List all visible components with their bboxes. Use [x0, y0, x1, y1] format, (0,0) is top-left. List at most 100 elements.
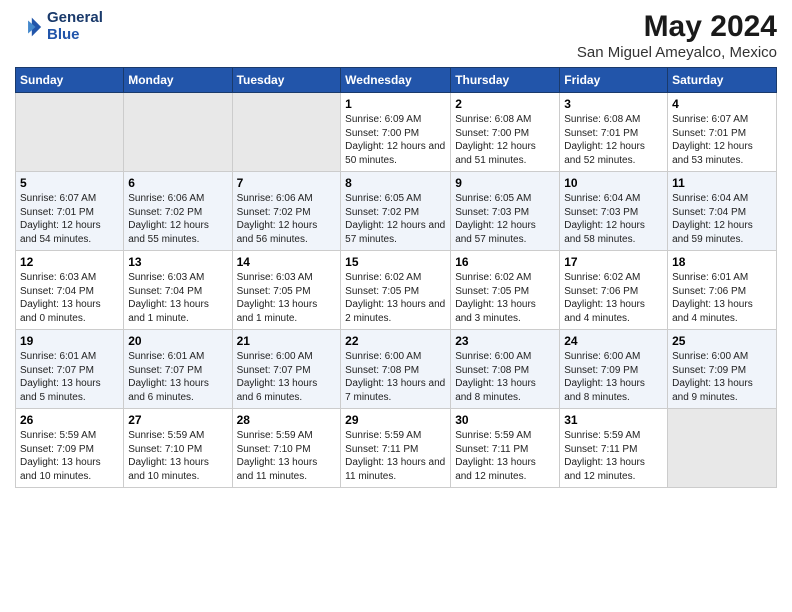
col-header-tuesday: Tuesday — [232, 68, 341, 93]
day-info: Sunrise: 6:04 AM Sunset: 7:03 PM Dayligh… — [564, 192, 663, 246]
calendar-cell: 8 Sunrise: 6:05 AM Sunset: 7:02 PM Daylig… — [341, 172, 451, 251]
day-info: Sunrise: 6:00 AM Sunset: 7:09 PM Dayligh… — [564, 350, 663, 404]
day-info: Sunrise: 5:59 AM Sunset: 7:11 PM Dayligh… — [345, 429, 446, 483]
calendar-cell: 16Sunrise: 6:02 AM Sunset: 7:05 PM Dayli… — [451, 251, 560, 330]
logo-line2: Blue — [47, 26, 80, 43]
day-info: Sunrise: 6:03 AM Sunset: 7:04 PM Dayligh… — [128, 271, 227, 325]
day-info: Sunrise: 6:04 AM Sunset: 7:04 PM Dayligh… — [672, 192, 772, 246]
calendar-cell: 10 Sunrise: 6:04 AM Sunset: 7:03 PM Dayli… — [560, 172, 668, 251]
day-info: Sunrise: 6:01 AM Sunset: 7:07 PM Dayligh… — [20, 350, 119, 404]
calendar-week-3: 12 Sunrise: 6:03 AM Sunset: 7:04 PM Dayli… — [16, 251, 777, 330]
calendar-cell: 9Sunrise: 6:05 AM Sunset: 7:03 PM Daylig… — [451, 172, 560, 251]
calendar-cell: 1Sunrise: 6:09 AM Sunset: 7:00 PM Daylig… — [341, 93, 451, 172]
calendar-cell: 15 Sunrise: 6:02 AM Sunset: 7:05 PM Dayli… — [341, 251, 451, 330]
calendar-cell: 19Sunrise: 6:01 AM Sunset: 7:07 PM Dayli… — [16, 330, 124, 409]
calendar-cell: 13 Sunrise: 6:03 AM Sunset: 7:04 PM Dayli… — [124, 251, 232, 330]
subtitle: San Miguel Ameyalco, Mexico — [577, 44, 777, 61]
day-info: Sunrise: 6:06 AM Sunset: 7:02 PM Dayligh… — [237, 192, 337, 246]
header-row: SundayMondayTuesdayWednesdayThursdayFrid… — [16, 68, 777, 93]
calendar-cell: 7Sunrise: 6:06 AM Sunset: 7:02 PM Daylig… — [232, 172, 341, 251]
calendar-cell: 24 Sunrise: 6:00 AM Sunset: 7:09 PM Dayli… — [560, 330, 668, 409]
day-number: 27 — [128, 413, 227, 427]
day-number: 30 — [455, 413, 555, 427]
calendar-cell: 21Sunrise: 6:00 AM Sunset: 7:07 PM Dayli… — [232, 330, 341, 409]
calendar-cell: 5Sunrise: 6:07 AM Sunset: 7:01 PM Daylig… — [16, 172, 124, 251]
day-number: 6 — [128, 176, 227, 190]
calendar-cell: 25 Sunrise: 6:00 AM Sunset: 7:09 PM Dayli… — [668, 330, 777, 409]
day-info: Sunrise: 6:01 AM Sunset: 7:07 PM Dayligh… — [128, 350, 227, 404]
day-info: Sunrise: 5:59 AM Sunset: 7:10 PM Dayligh… — [237, 429, 337, 483]
col-header-sunday: Sunday — [16, 68, 124, 93]
day-number: 2 — [455, 97, 555, 111]
day-number: 8 — [345, 176, 446, 190]
col-header-thursday: Thursday — [451, 68, 560, 93]
calendar-cell: 14 Sunrise: 6:03 AM Sunset: 7:05 PM Dayli… — [232, 251, 341, 330]
day-info: Sunrise: 6:07 AM Sunset: 7:01 PM Dayligh… — [672, 113, 772, 167]
day-number: 5 — [20, 176, 119, 190]
calendar-cell: 26Sunrise: 5:59 AM Sunset: 7:09 PM Dayli… — [16, 409, 124, 488]
day-info: Sunrise: 5:59 AM Sunset: 7:10 PM Dayligh… — [128, 429, 227, 483]
title-block: May 2024 San Miguel Ameyalco, Mexico — [577, 10, 777, 61]
calendar-cell: 18Sunrise: 6:01 AM Sunset: 7:06 PM Dayli… — [668, 251, 777, 330]
day-number: 4 — [672, 97, 772, 111]
logo-text: General Blue — [47, 10, 103, 43]
day-info: Sunrise: 5:59 AM Sunset: 7:11 PM Dayligh… — [564, 429, 663, 483]
page-container: General Blue May 2024 San Miguel Ameyalc… — [0, 0, 792, 498]
day-number: 22 — [345, 334, 446, 348]
calendar-cell — [16, 93, 124, 172]
day-number: 17 — [564, 255, 663, 269]
header: General Blue May 2024 San Miguel Ameyalc… — [15, 10, 777, 61]
calendar-cell: 31 Sunrise: 5:59 AM Sunset: 7:11 PM Dayli… — [560, 409, 668, 488]
calendar-cell: 27 Sunrise: 5:59 AM Sunset: 7:10 PM Dayli… — [124, 409, 232, 488]
calendar-cell: 28 Sunrise: 5:59 AM Sunset: 7:10 PM Dayli… — [232, 409, 341, 488]
day-number: 11 — [672, 176, 772, 190]
logo-icon — [15, 13, 43, 41]
day-number: 29 — [345, 413, 446, 427]
day-number: 20 — [128, 334, 227, 348]
calendar-cell: 23Sunrise: 6:00 AM Sunset: 7:08 PM Dayli… — [451, 330, 560, 409]
main-title: May 2024 — [577, 10, 777, 44]
calendar-cell: 4 Sunrise: 6:07 AM Sunset: 7:01 PM Daylig… — [668, 93, 777, 172]
day-number: 31 — [564, 413, 663, 427]
day-number: 24 — [564, 334, 663, 348]
calendar-cell — [668, 409, 777, 488]
calendar-cell: 11 Sunrise: 6:04 AM Sunset: 7:04 PM Dayli… — [668, 172, 777, 251]
day-info: Sunrise: 6:08 AM Sunset: 7:00 PM Dayligh… — [455, 113, 555, 167]
calendar-cell: 2 Sunrise: 6:08 AM Sunset: 7:00 PM Daylig… — [451, 93, 560, 172]
day-number: 25 — [672, 334, 772, 348]
day-number: 21 — [237, 334, 337, 348]
day-number: 10 — [564, 176, 663, 190]
day-number: 28 — [237, 413, 337, 427]
day-info: Sunrise: 6:08 AM Sunset: 7:01 PM Dayligh… — [564, 113, 663, 167]
col-header-saturday: Saturday — [668, 68, 777, 93]
calendar-cell — [232, 93, 341, 172]
calendar-cell: 29 Sunrise: 5:59 AM Sunset: 7:11 PM Dayli… — [341, 409, 451, 488]
day-number: 14 — [237, 255, 337, 269]
day-number: 1 — [345, 97, 446, 111]
calendar-cell — [124, 93, 232, 172]
col-header-monday: Monday — [124, 68, 232, 93]
calendar-cell: 6 Sunrise: 6:06 AM Sunset: 7:02 PM Daylig… — [124, 172, 232, 251]
calendar-cell: 17Sunrise: 6:02 AM Sunset: 7:06 PM Dayli… — [560, 251, 668, 330]
day-info: Sunrise: 6:00 AM Sunset: 7:08 PM Dayligh… — [455, 350, 555, 404]
day-number: 12 — [20, 255, 119, 269]
day-info: Sunrise: 6:03 AM Sunset: 7:04 PM Dayligh… — [20, 271, 119, 325]
day-info: Sunrise: 6:00 AM Sunset: 7:09 PM Dayligh… — [672, 350, 772, 404]
day-number: 13 — [128, 255, 227, 269]
logo: General Blue — [15, 10, 103, 43]
day-info: Sunrise: 6:05 AM Sunset: 7:03 PM Dayligh… — [455, 192, 555, 246]
day-number: 3 — [564, 97, 663, 111]
day-info: Sunrise: 5:59 AM Sunset: 7:09 PM Dayligh… — [20, 429, 119, 483]
calendar-cell: 22Sunrise: 6:00 AM Sunset: 7:08 PM Dayli… — [341, 330, 451, 409]
col-header-friday: Friday — [560, 68, 668, 93]
col-header-wednesday: Wednesday — [341, 68, 451, 93]
calendar-cell: 30 Sunrise: 5:59 AM Sunset: 7:11 PM Dayli… — [451, 409, 560, 488]
day-info: Sunrise: 6:03 AM Sunset: 7:05 PM Dayligh… — [237, 271, 337, 325]
day-info: Sunrise: 6:05 AM Sunset: 7:02 PM Dayligh… — [345, 192, 446, 246]
day-info: Sunrise: 6:01 AM Sunset: 7:06 PM Dayligh… — [672, 271, 772, 325]
day-number: 15 — [345, 255, 446, 269]
day-info: Sunrise: 6:06 AM Sunset: 7:02 PM Dayligh… — [128, 192, 227, 246]
day-info: Sunrise: 5:59 AM Sunset: 7:11 PM Dayligh… — [455, 429, 555, 483]
day-info: Sunrise: 6:02 AM Sunset: 7:05 PM Dayligh… — [345, 271, 446, 325]
logo-line1: General — [47, 9, 103, 26]
